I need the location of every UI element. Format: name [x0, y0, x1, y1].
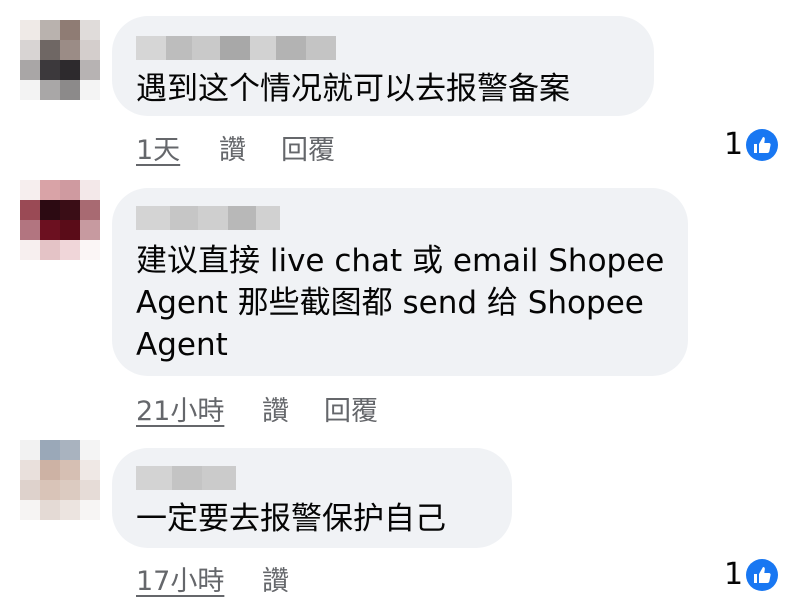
- author-name[interactable]: [136, 206, 280, 230]
- like-button[interactable]: 讚: [262, 559, 289, 598]
- reply-button[interactable]: 回覆: [324, 389, 378, 428]
- timestamp-link[interactable]: 21小時: [136, 389, 224, 428]
- thumbs-up-icon: [746, 558, 779, 591]
- author-name[interactable]: [136, 466, 236, 490]
- comment-text: 建议直接 live chat 或 email Shopee Agent 那些截图…: [136, 243, 665, 363]
- reaction-count: 1: [724, 127, 744, 162]
- reaction-summary[interactable]: 1: [724, 127, 779, 162]
- like-button[interactable]: 讚: [219, 128, 246, 167]
- avatar[interactable]: [20, 440, 100, 520]
- like-button[interactable]: 讚: [262, 389, 289, 428]
- avatar[interactable]: [20, 180, 100, 260]
- reaction-summary[interactable]: 1: [724, 557, 779, 592]
- comment-text: 遇到这个情况就可以去报警备案: [136, 71, 570, 107]
- timestamp-link[interactable]: 1天: [136, 128, 180, 167]
- avatar[interactable]: [20, 20, 100, 100]
- reaction-count: 1: [724, 557, 744, 592]
- timestamp-link[interactable]: 17小時: [136, 559, 224, 598]
- author-name[interactable]: [136, 36, 336, 60]
- thumbs-up-icon: [746, 128, 779, 161]
- comment-text: 一定要去报警保护自己: [136, 501, 446, 537]
- reply-button[interactable]: 回覆: [281, 128, 335, 167]
